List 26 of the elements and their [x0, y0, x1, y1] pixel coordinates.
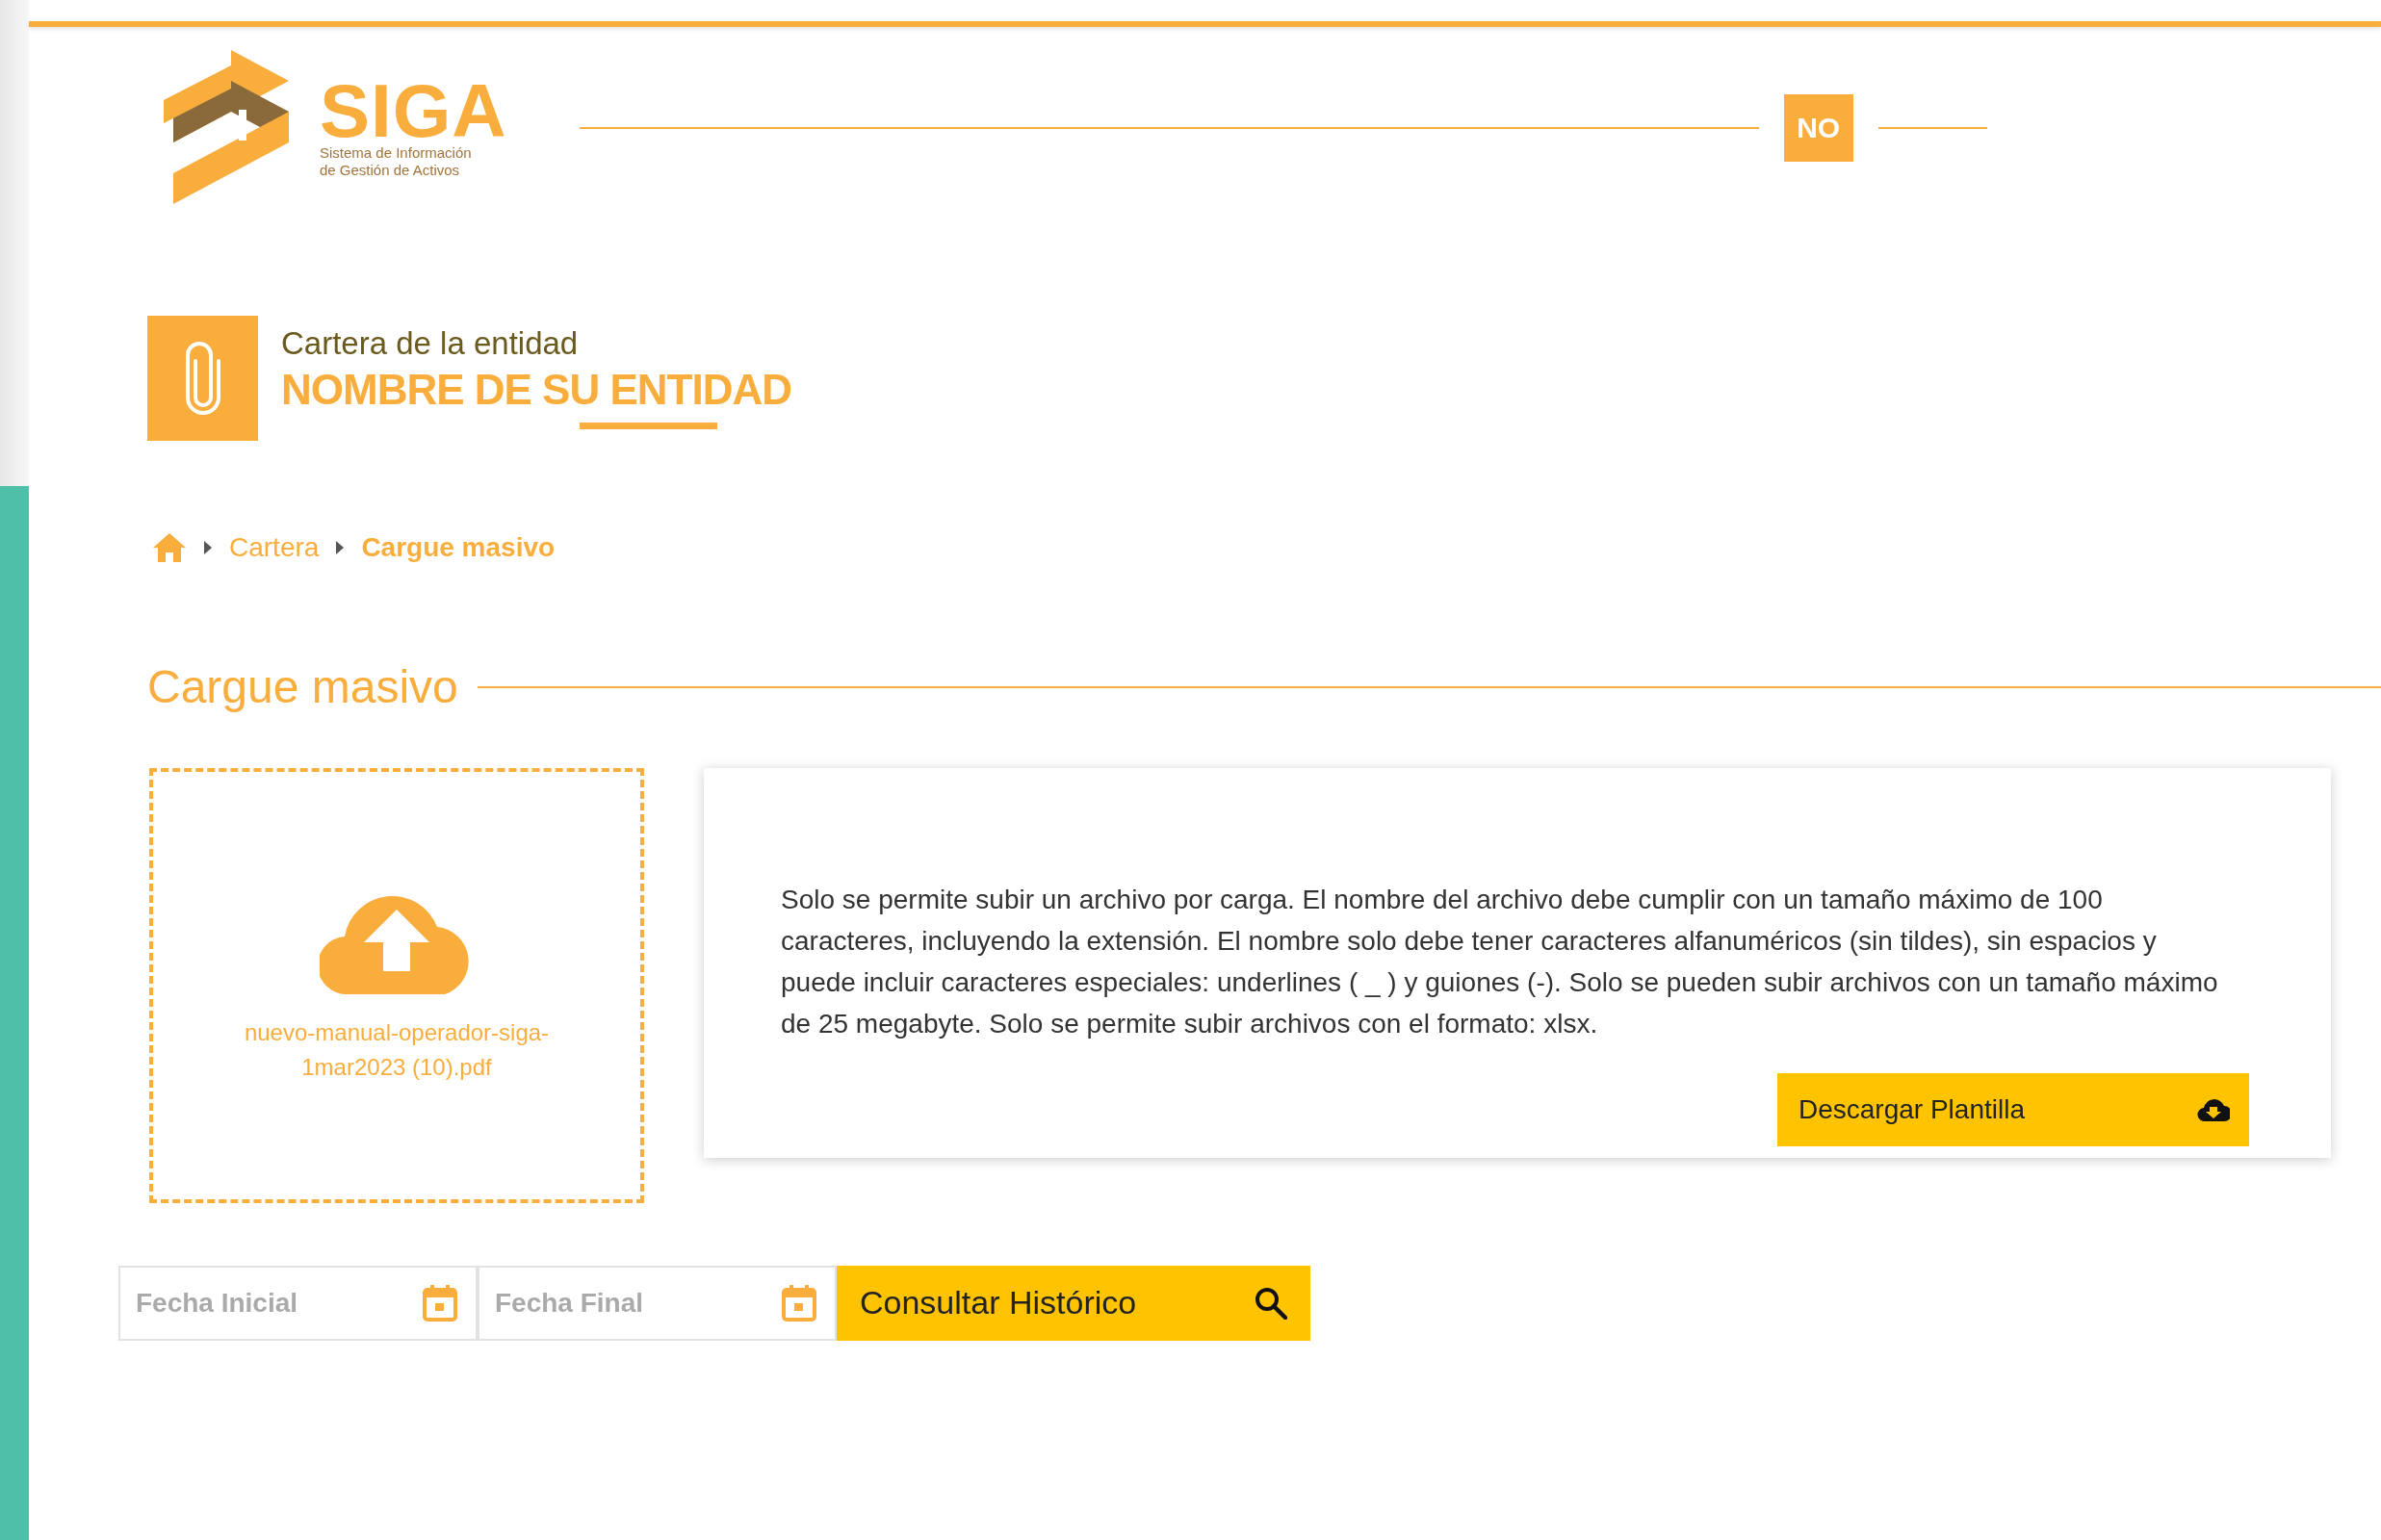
logo-tagline: de Gestión de Activos	[320, 162, 461, 180]
end-date-input[interactable]: Fecha Final	[493, 1286, 781, 1320]
language-badge[interactable]: NO	[1783, 94, 1853, 162]
calendar-icon[interactable]	[781, 1283, 817, 1322]
section-title: Cargue masivo	[147, 660, 458, 714]
logo-wordmark: SIGA	[320, 76, 507, 145]
start-date-field[interactable]: Fecha Inicial	[118, 1265, 478, 1341]
breadcrumb-link[interactable]: Cartera	[229, 532, 320, 563]
file-name: nuevo-manual-operador-siga-1mar2023 (10).pdf	[243, 1017, 551, 1082]
upload-instructions: Solo se permite subir un archivo por carga. El nombre del archivo debe cumplir con un tamaño máximo de 100 caracteres, incluyendo la extensión. El nombre solo debe tener caracteres alfanuméricos (sin tildes), sin espacios y puede incluir caracteres especiales: underlines ( _ ) y guiones (-). Solo se pueden subir archivos con un tamaño máximo de 25 megabyte. Solo se permite subir archivos con el formato: xlsx.	[781, 883, 2219, 1040]
breadcrumb-link[interactable]: Cargue masivo	[361, 532, 556, 563]
cloud-download-icon	[2197, 1096, 2230, 1122]
page-subtitle: Cartera de la entidad	[281, 325, 579, 362]
start-date-input[interactable]: Fecha Inicial	[134, 1286, 422, 1320]
chevron-icon	[204, 541, 212, 554]
end-date-field[interactable]: Fecha Final	[478, 1265, 837, 1341]
calendar-icon[interactable]	[422, 1283, 458, 1322]
home-icon[interactable]	[152, 532, 187, 563]
paperclip-icon	[183, 342, 222, 415]
search-icon	[1255, 1286, 1287, 1320]
logo-tagline: Sistema de Información	[320, 144, 473, 163]
entity-name: NOMBRE DE SU ENTIDAD	[281, 365, 792, 415]
consult-history-button[interactable]: Consultar Histórico	[837, 1265, 1310, 1341]
chevron-icon	[336, 541, 345, 554]
upload-dropzone[interactable]: nuevo-manual-operador-siga-1mar2023 (10).pdf	[149, 767, 644, 1203]
download-template-button[interactable]: Descargar Plantilla	[1777, 1072, 2249, 1146]
